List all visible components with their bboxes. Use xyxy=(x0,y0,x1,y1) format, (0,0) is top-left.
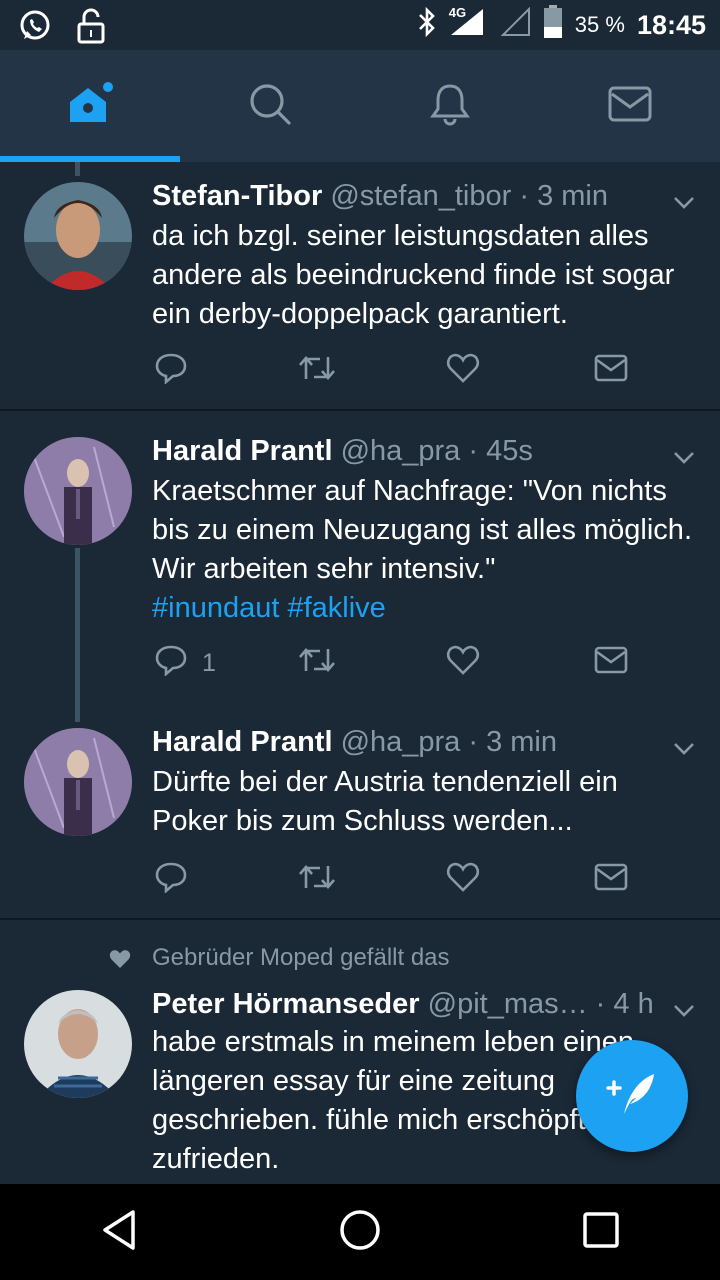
timeline-feed[interactable]: Stefan-Tibor @stefan_tibor · 3 min da ic… xyxy=(0,162,720,1184)
heart-icon xyxy=(446,644,480,683)
bell-icon xyxy=(429,82,471,131)
avatar[interactable] xyxy=(24,182,132,290)
tweet[interactable]: Stefan-Tibor @stefan_tibor · 3 min da ic… xyxy=(0,162,720,410)
compose-quill-icon xyxy=(604,1066,660,1127)
like-button[interactable] xyxy=(446,860,480,900)
system-nav-bar xyxy=(0,1184,720,1280)
status-bar: 4G 35 % 18:45 xyxy=(0,0,720,50)
tab-messages[interactable] xyxy=(540,50,720,162)
heart-icon xyxy=(446,352,480,391)
tweet-time: · 4 h xyxy=(587,988,654,1020)
reply-button[interactable] xyxy=(154,351,202,391)
dm-button[interactable] xyxy=(594,351,628,391)
back-icon[interactable] xyxy=(99,1208,139,1257)
tweet-text: Dürfte bei der Austria tendenziell ein P… xyxy=(152,766,618,837)
signal-icon: 4G xyxy=(449,5,489,44)
compose-tweet-button[interactable] xyxy=(576,1040,688,1152)
tweet[interactable]: Harald Prantl @ha_pra · 3 min Dürfte bei… xyxy=(0,702,720,918)
reply-button[interactable] xyxy=(154,860,202,900)
dm-button[interactable] xyxy=(594,860,628,900)
author-handle: @pit_mas… xyxy=(427,988,588,1020)
lock-icon xyxy=(76,8,106,49)
whatsapp-icon xyxy=(18,9,52,48)
mail-icon xyxy=(608,86,652,127)
battery-percent: 35 % xyxy=(574,12,625,37)
chevron-down-icon[interactable] xyxy=(672,445,696,469)
reply-icon xyxy=(154,644,188,683)
author-name[interactable]: Peter Hörmanseder xyxy=(152,988,420,1020)
clock: 18:45 xyxy=(636,9,706,40)
reply-icon xyxy=(154,352,188,391)
recents-square-icon[interactable] xyxy=(581,1210,621,1255)
reply-icon xyxy=(154,861,188,900)
tweet-actions xyxy=(152,860,652,900)
reply-button[interactable]: 1 xyxy=(154,643,216,683)
tweet-actions xyxy=(152,351,652,391)
chevron-down-icon[interactable] xyxy=(672,736,696,760)
dm-button[interactable] xyxy=(594,643,628,683)
like-button[interactable] xyxy=(446,643,480,683)
retweet-button[interactable] xyxy=(298,643,336,683)
author-handle: @stefan_tibor xyxy=(330,180,512,212)
battery-icon xyxy=(543,4,563,46)
heart-filled-icon xyxy=(108,948,132,975)
reply-count: 1 xyxy=(202,648,216,677)
home-circle-icon[interactable] xyxy=(338,1208,382,1257)
chevron-down-icon[interactable] xyxy=(672,998,696,1022)
author-handle: @ha_pra xyxy=(340,435,461,467)
tweet-time: · 3 min xyxy=(460,726,557,758)
tweet-time: · 3 min xyxy=(511,180,608,212)
signal-empty-icon xyxy=(500,6,531,44)
home-icon xyxy=(66,81,114,131)
tweet-hashtags[interactable]: #inundaut #faklive xyxy=(152,589,696,628)
bluetooth-icon xyxy=(417,6,437,44)
tab-home[interactable] xyxy=(0,50,180,162)
chevron-down-icon[interactable] xyxy=(672,190,696,214)
tweet-text: da ich bzgl. seiner leistungsdaten alles… xyxy=(152,220,675,330)
tweet-actions: 1 xyxy=(152,643,652,683)
avatar[interactable] xyxy=(24,437,132,545)
avatar[interactable] xyxy=(24,990,132,1098)
tweet-time: · 45s xyxy=(460,435,533,467)
social-context[interactable]: Gebrüder Moped gefällt das xyxy=(152,944,450,972)
search-icon xyxy=(248,82,292,131)
tweet-text: Kraetschmer auf Nachfrage: "Von nichts b… xyxy=(152,475,692,585)
author-name[interactable]: Stefan-Tibor xyxy=(152,180,322,212)
author-name[interactable]: Harald Prantl xyxy=(152,435,333,467)
retweet-button[interactable] xyxy=(298,351,336,391)
tweet[interactable]: Harald Prantl @ha_pra · 45s Kraetschmer … xyxy=(0,411,720,701)
author-handle: @ha_pra xyxy=(340,726,461,758)
retweet-icon xyxy=(298,353,336,390)
like-button[interactable] xyxy=(446,351,480,391)
tab-bar xyxy=(0,50,720,162)
tab-search[interactable] xyxy=(180,50,360,162)
heart-icon xyxy=(446,861,480,900)
mail-icon xyxy=(594,863,628,898)
retweet-button[interactable] xyxy=(298,860,336,900)
retweet-icon xyxy=(298,645,336,682)
mail-icon xyxy=(594,646,628,681)
avatar[interactable] xyxy=(24,728,132,836)
mail-icon xyxy=(594,354,628,389)
retweet-icon xyxy=(298,862,336,899)
author-name[interactable]: Harald Prantl xyxy=(152,726,333,758)
tab-notifications[interactable] xyxy=(360,50,540,162)
